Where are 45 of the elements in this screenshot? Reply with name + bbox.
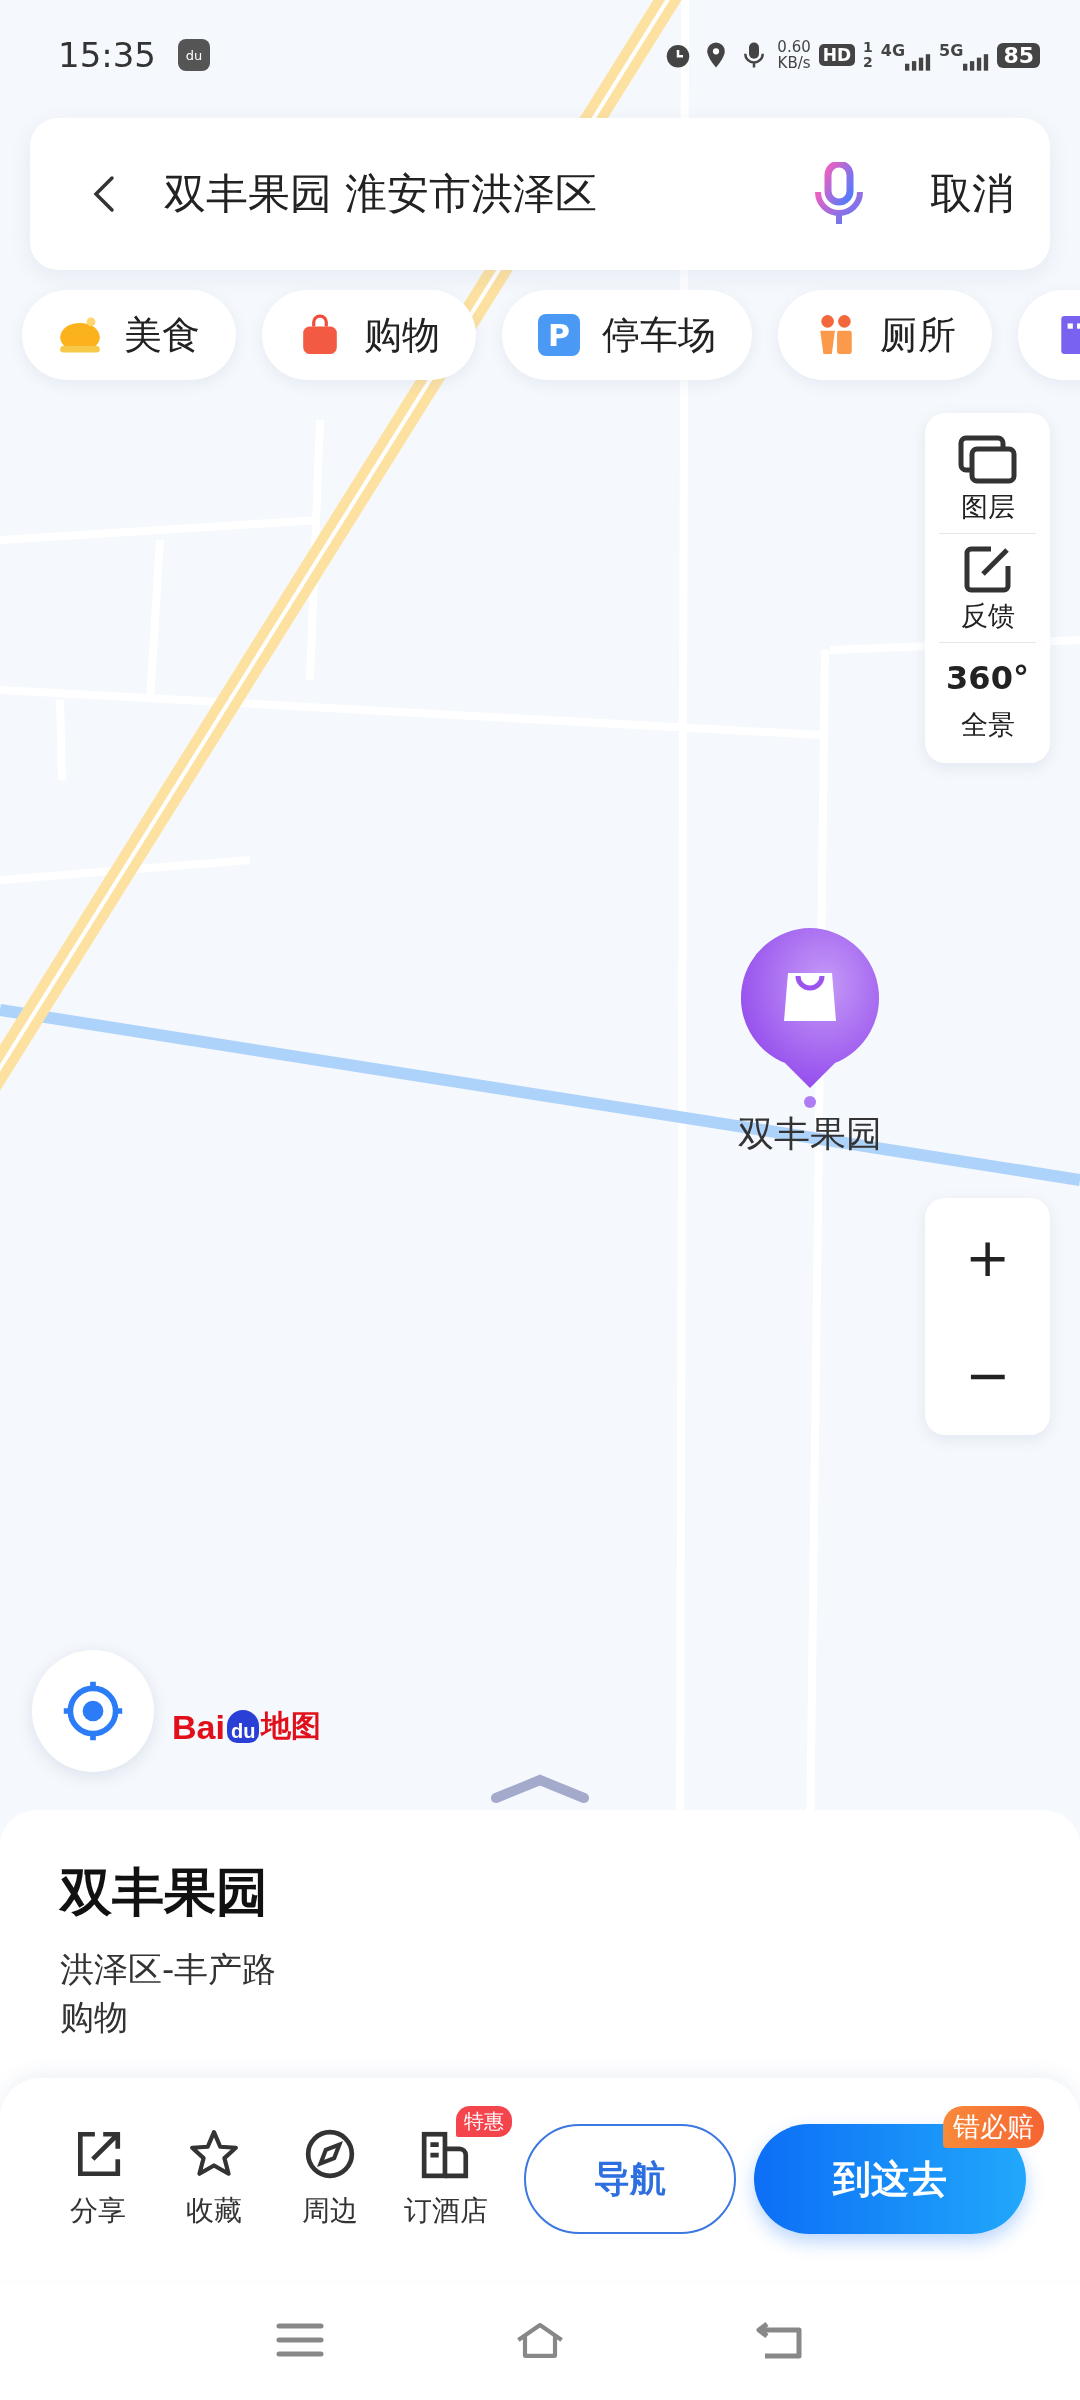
signal-icon — [905, 53, 932, 71]
map-tool-button[interactable]: 反馈 — [939, 534, 1036, 643]
category-chip[interactable]: 美食 — [22, 290, 236, 380]
action-button[interactable]: 收藏 — [156, 2128, 272, 2230]
home-icon[interactable] — [515, 2320, 565, 2360]
notification-icon: du — [178, 39, 210, 71]
status-time: 15:35 — [58, 35, 156, 75]
action-button[interactable]: 分享 — [40, 2128, 156, 2230]
back-icon[interactable] — [92, 174, 116, 214]
net-speed: 0.60 — [777, 39, 811, 55]
category-chip[interactable]: 购物 — [262, 290, 476, 380]
guarantee-badge: 错必赔 — [943, 2106, 1044, 2148]
battery-level: 85 — [997, 42, 1040, 68]
map-tool-button[interactable]: 360° 全景 — [939, 643, 1036, 751]
cancel-button[interactable]: 取消 — [930, 166, 1014, 222]
action-button[interactable]: 周边 — [272, 2128, 388, 2230]
place-category: 购物 — [60, 1996, 129, 2039]
layers-icon — [957, 435, 1018, 485]
hd-badge: HD — [818, 44, 856, 66]
place-name: 双丰果园 — [60, 1861, 269, 1924]
network-type: 5G — [939, 41, 964, 60]
category-chip[interactable]: 厕所 — [778, 290, 992, 380]
signal-icon — [963, 53, 990, 71]
category-chip[interactable]: P 停车场 — [502, 290, 752, 380]
network-type: 4G — [880, 41, 906, 60]
place-address: 洪泽区-丰产路 — [60, 1948, 278, 1991]
parking-icon: P — [538, 314, 580, 356]
navigate-button[interactable]: 导航 — [524, 2124, 736, 2234]
promo-badge: 特惠 — [456, 2106, 512, 2137]
panorama-icon: 360° — [946, 653, 1029, 703]
zoom-out-button[interactable]: − — [925, 1316, 1050, 1435]
expand-handle-icon[interactable] — [490, 1774, 590, 1804]
compass-icon — [304, 2128, 356, 2180]
marker-label: 双丰果园 — [738, 1112, 882, 1156]
food-icon — [58, 314, 102, 356]
search-query: 双丰果园 淮安市洪泽区 — [164, 168, 598, 220]
microphone-icon[interactable] — [814, 162, 864, 226]
sim-label: 1 — [863, 40, 873, 55]
net-speed-unit: KB/s — [777, 55, 811, 71]
zoom-in-button[interactable]: + — [925, 1198, 1050, 1317]
logo-text: Bai — [172, 1708, 225, 1747]
logo-text: 地图 — [261, 1707, 322, 1745]
sim-label: 2 — [863, 55, 873, 70]
map-tool-button[interactable]: 图层 — [939, 425, 1036, 534]
search-bar[interactable]: 双丰果园 淮安市洪泽区 取消 — [30, 118, 1050, 270]
